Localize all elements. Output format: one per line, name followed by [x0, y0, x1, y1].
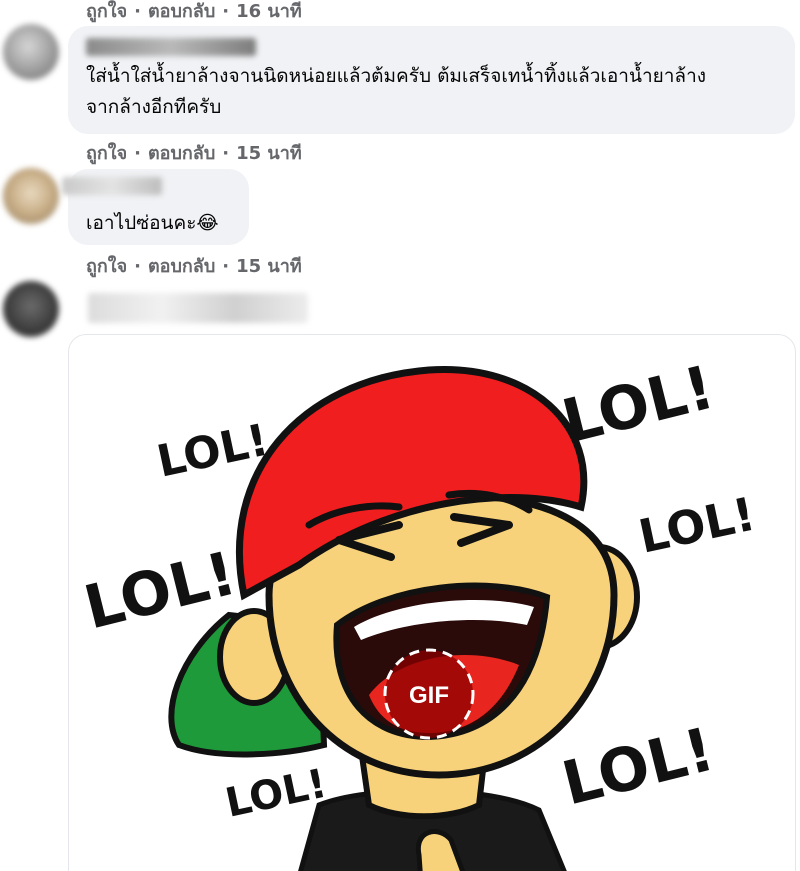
laughing-emoji-icon: 😂 — [196, 212, 219, 234]
comment-thread: ถูกใจ · ตอบกลับ · 16 นาที ใส่น้ำใส่น้ำยาล้าง… — [0, 0, 800, 871]
comment-author-name[interactable] — [86, 38, 256, 56]
comment-text-line: ใส่น้ำใส่น้ำยาล้างจานนิดหน่อยแล้วต้มครับ… — [86, 65, 707, 87]
lol-sticker-illustration: LOL! LOL! LOL! LOL! LOL! LOL! — [78, 353, 760, 871]
gif-badge-label: GIF — [409, 682, 449, 709]
comment-text: ใส่น้ำใส่น้ำยาล้างจานนิดหน่อยแล้วต้มครับ… — [86, 61, 706, 123]
comment-actions: ถูกใจ · ตอบกลับ · 16 นาที — [86, 0, 302, 25]
comment-author-name[interactable] — [62, 177, 162, 195]
separator-dot: · — [222, 143, 230, 164]
separator-dot: · — [222, 256, 230, 277]
lol-word: LOL! — [556, 353, 721, 458]
separator-dot: · — [222, 1, 230, 22]
like-link[interactable]: ถูกใจ — [86, 1, 127, 22]
avatar[interactable] — [3, 24, 59, 80]
separator-dot: · — [134, 143, 141, 164]
comment-timestamp[interactable]: 16 นาที — [236, 1, 302, 22]
comment-text-line: จากล้างอีกทีครับ — [86, 96, 222, 118]
reply-link[interactable]: ตอบกลับ — [148, 256, 215, 277]
comment-timestamp[interactable]: 15 นาที — [236, 143, 302, 164]
separator-dot: · — [134, 256, 141, 277]
lol-word: LOL! — [556, 715, 721, 820]
lol-word: LOL! — [634, 487, 760, 564]
avatar[interactable] — [3, 168, 59, 224]
comment-timestamp[interactable]: 15 นาที — [236, 256, 302, 277]
like-link[interactable]: ถูกใจ — [86, 256, 127, 277]
avatar[interactable] — [3, 281, 59, 337]
reply-link[interactable]: ตอบกลับ — [148, 143, 215, 164]
gif-attachment[interactable]: LOL! LOL! LOL! LOL! LOL! LOL! — [68, 334, 796, 871]
like-link[interactable]: ถูกใจ — [86, 143, 127, 164]
comment-actions: ถูกใจ · ตอบกลับ · 15 นาที — [86, 138, 302, 167]
comment-text: เอาไปซ่อนคะ😂 — [86, 208, 219, 239]
comment-text-line: เอาไปซ่อนคะ — [86, 212, 197, 234]
comment-author-name[interactable] — [88, 293, 308, 323]
gif-play-badge[interactable]: GIF — [381, 646, 477, 742]
comment-actions: ถูกใจ · ตอบกลับ · 15 นาที — [86, 251, 302, 280]
reply-link[interactable]: ตอบกลับ — [148, 1, 215, 22]
separator-dot: · — [134, 1, 141, 22]
